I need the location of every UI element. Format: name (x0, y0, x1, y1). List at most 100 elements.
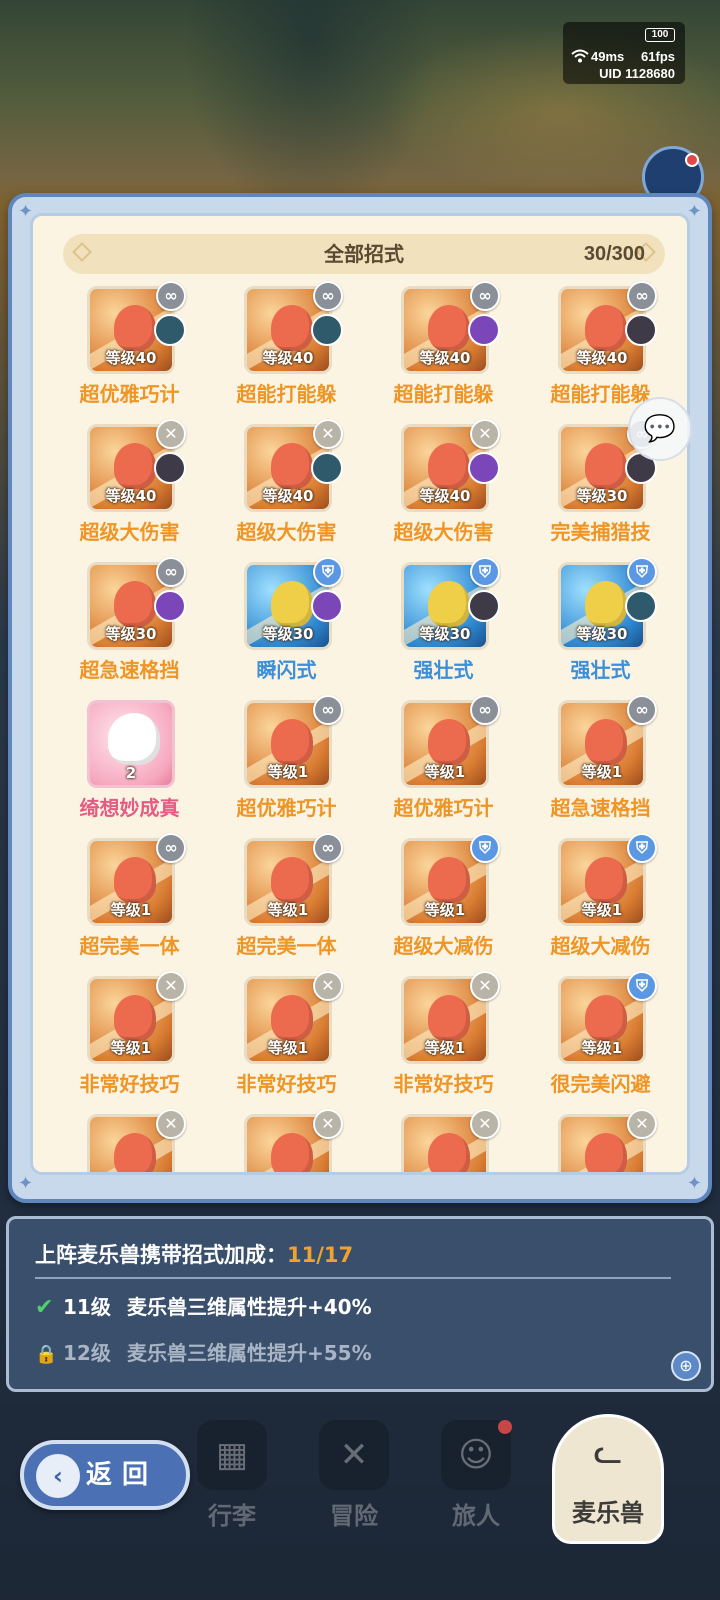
skill-level: 等级1 (110, 901, 152, 919)
creature-art (585, 857, 627, 903)
skill-card[interactable]: 等级1 ∞ 超优雅巧计 (208, 695, 365, 838)
magnifier-icon[interactable]: ⊕ (671, 1351, 701, 1381)
nav-item-adventure[interactable]: ✕ 冒险 (302, 1420, 406, 1540)
crossed-swords-badge-icon: ✕ (156, 1109, 186, 1139)
skill-card[interactable]: 等级1 ✕ 非常好技巧 (208, 971, 365, 1114)
skill-card[interactable]: 2 绮想妙成真 (51, 700, 208, 838)
nav-label: 行李 (208, 1502, 256, 1530)
skill-name: 绮想妙成真 (79, 796, 180, 820)
skill-level: 等级30 (419, 625, 471, 643)
creature-art (428, 305, 470, 351)
bonus-row-unlocked: ✔ 11级 麦乐兽三维属性提升+40% (35, 1291, 372, 1320)
skill-name: 瞬闪式 (256, 658, 317, 682)
skill-name: 超能打能躲 (236, 382, 337, 406)
skill-card[interactable]: 等级40 ∞ 超能打能躲 (365, 281, 522, 424)
skill-name: 超急速格挡 (79, 658, 180, 682)
skill-card[interactable]: 等级40 ∞ 超能打能躲 (208, 281, 365, 424)
skill-card[interactable]: 等级30 ⛨ 强壮式 (365, 557, 522, 700)
nav-item-pets[interactable]: ᓚ 麦乐兽 (552, 1414, 664, 1544)
skill-name: 强壮式 (570, 658, 631, 682)
skill-name: 超完美一体 (236, 934, 337, 958)
skills-list-area[interactable]: 全部招式 30/300 等级40 ∞ 超优雅巧计 等级40 ∞ 超能打能躲 等级40 ∞ 超能打… (30, 213, 690, 1175)
back-arrow-icon: ‹ (36, 1454, 80, 1498)
skill-card[interactable]: 等级1 ⛨ 很完美闪避 (522, 971, 679, 1114)
nav-item-luggage[interactable]: ▦ 行李 (180, 1420, 284, 1540)
skill-card[interactable]: 等级1 ⛨ 超级大减伤 (522, 833, 679, 976)
skill-level: 等级40 (419, 487, 471, 505)
skill-card[interactable]: 等级30 ⛨ 瞬闪式 (208, 557, 365, 700)
skill-name: 完美捕猎技 (550, 520, 651, 544)
skill-card[interactable]: 等级40 ✕ 超级大伤害 (365, 419, 522, 562)
bonus-row-locked: 🔒 12级 麦乐兽三维属性提升+55% (35, 1337, 372, 1366)
skill-card[interactable]: ✕ (365, 1109, 522, 1172)
creature-art (108, 713, 160, 765)
skill-card[interactable]: 等级30 ⛨ 强壮式 (522, 557, 679, 700)
lock-icon: 🔒 (35, 1344, 58, 1365)
skill-card[interactable]: 等级1 ∞ 超完美一体 (51, 833, 208, 976)
skill-name: 超优雅巧计 (236, 796, 337, 820)
link-badge-icon: ∞ (313, 281, 343, 311)
crossed-swords-badge-icon: ✕ (627, 1109, 657, 1139)
bonus-level: 11级 (63, 1295, 111, 1319)
crossed-swords-badge-icon: ✕ (470, 1109, 500, 1139)
creature-art (585, 1133, 627, 1172)
creature-art (585, 443, 627, 489)
skill-level: 2 (125, 764, 137, 782)
skill-card[interactable]: ✕ (208, 1109, 365, 1172)
chat-bubble-icon[interactable]: 💬 (628, 397, 692, 461)
skill-card[interactable]: 等级1 ⛨ 超级大减伤 (365, 833, 522, 976)
skill-card[interactable]: 等级1 ✕ 非常好技巧 (51, 971, 208, 1114)
bonus-progress: 11/17 (287, 1243, 354, 1267)
creature-art (114, 305, 156, 351)
nav-label: 麦乐兽 (572, 1499, 644, 1527)
pet-avatar (311, 452, 343, 484)
skill-card[interactable]: ✕ (522, 1109, 679, 1172)
skill-icon: 2 (87, 700, 175, 788)
corner-star-icon: ✦ (18, 1173, 34, 1194)
bonus-text: 麦乐兽三维属性提升+55% (127, 1341, 372, 1365)
link-badge-icon: ∞ (313, 695, 343, 725)
creature-art (114, 443, 156, 489)
uid-value: UID 1128680 (599, 66, 675, 81)
skill-level: 等级30 (576, 487, 628, 505)
back-label: 返回 (86, 1460, 159, 1490)
pet-avatar (154, 452, 186, 484)
skill-name: 超级大伤害 (393, 520, 494, 544)
skill-card[interactable]: 等级1 ✕ 非常好技巧 (365, 971, 522, 1114)
skills-panel: ✦ ✦ ✦ ✦ 全部招式 30/300 等级40 ∞ 超优雅巧计 等级40 ∞ 超能打能躲… (8, 193, 712, 1203)
skill-level: 等级1 (581, 1039, 623, 1057)
crossed-swords-badge-icon: ✕ (313, 419, 343, 449)
skill-card[interactable]: 等级40 ∞ 超优雅巧计 (51, 281, 208, 424)
link-badge-icon: ∞ (470, 281, 500, 311)
bonus-title: 上阵麦乐兽携带招式加成：11/17 (35, 1239, 353, 1269)
nav-item-traveler[interactable]: ☺ 旅人 (424, 1420, 528, 1540)
pet-avatar (468, 590, 500, 622)
skill-name: 非常好技巧 (79, 1072, 180, 1096)
back-button[interactable]: ‹ 返回 (20, 1440, 190, 1510)
skill-name: 非常好技巧 (393, 1072, 494, 1096)
notification-dot (498, 1420, 512, 1434)
skill-card[interactable]: 等级30 ∞ 超急速格挡 (51, 557, 208, 700)
skill-name: 超优雅巧计 (79, 382, 180, 406)
skill-name: 很完美闪避 (550, 1072, 651, 1096)
skill-level: 等级1 (424, 1039, 466, 1057)
skill-card[interactable]: 等级1 ∞ 超优雅巧计 (365, 695, 522, 838)
creature-art (585, 581, 627, 627)
skill-card[interactable]: 等级40 ✕ 超级大伤害 (51, 419, 208, 562)
skill-card[interactable]: 等级1 ∞ 超完美一体 (208, 833, 365, 976)
bonus-text: 麦乐兽三维属性提升+40% (127, 1295, 372, 1319)
crossed-swords-badge-icon: ✕ (313, 971, 343, 1001)
skill-card[interactable]: 等级40 ✕ 超级大伤害 (208, 419, 365, 562)
skill-card[interactable]: 等级1 ∞ 超急速格挡 (522, 695, 679, 838)
creature-art (271, 443, 313, 489)
crossed-swords-badge-icon: ✕ (470, 419, 500, 449)
creature-art (114, 857, 156, 903)
panel-header: 全部招式 30/300 (63, 234, 665, 274)
link-badge-icon: ∞ (627, 695, 657, 725)
link-badge-icon: ∞ (470, 695, 500, 725)
shield-badge-icon: ⛨ (470, 557, 500, 587)
skill-name: 超级大减伤 (393, 934, 494, 958)
skill-card[interactable]: ✕ (51, 1109, 208, 1172)
creature-art (585, 719, 627, 765)
crossed-swords-badge-icon: ✕ (470, 971, 500, 1001)
